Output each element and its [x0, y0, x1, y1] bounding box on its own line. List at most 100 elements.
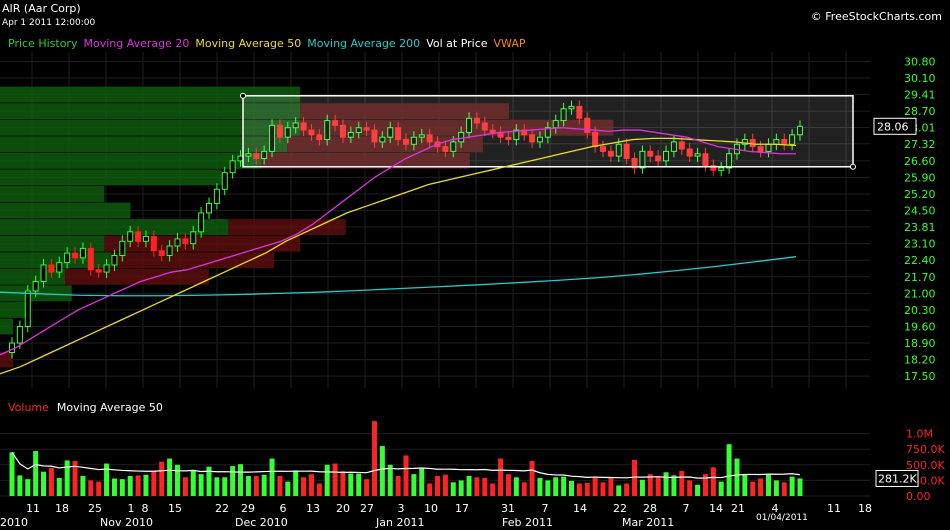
volume-bar-20 [167, 458, 173, 496]
candle-body-17 [142, 236, 149, 242]
volume-bar-59 [474, 477, 480, 496]
candle-body-3 [32, 281, 39, 292]
volume-bar-48 [387, 464, 393, 496]
x-day-17: 14 [573, 502, 587, 515]
candle-body-25 [206, 202, 212, 214]
date-readout: 01/04/2011 [756, 513, 808, 523]
x-day-1: 18 [55, 502, 69, 515]
volume-bar-17 [143, 474, 149, 496]
x-day-12: 3 [398, 502, 405, 515]
x-day-0: 11 [26, 502, 40, 515]
volume-bar-13 [111, 478, 117, 496]
volume-bar-68 [545, 480, 551, 496]
volume-bar-54 [435, 476, 441, 496]
x-day-10: 20 [336, 502, 350, 515]
volume-bar-61 [490, 483, 496, 496]
volume-bar-49 [395, 476, 401, 496]
range-box [242, 95, 854, 168]
volume-tick-0: 1.0M [906, 428, 933, 441]
volume-bar-99 [789, 476, 795, 496]
volume-bar-16 [135, 475, 141, 496]
volume-tick-1: 750.0K [906, 443, 945, 456]
price-tick-3: 28.70 [904, 105, 936, 118]
x-month-4: Feb 2011 [502, 516, 553, 529]
volume-bar-29 [238, 464, 244, 496]
candle-body-26 [213, 188, 220, 204]
volume-bar-42 [340, 471, 346, 496]
volume-bar-32 [261, 474, 267, 496]
volume-tick-4: 0.00 [906, 490, 931, 503]
volume-bar-65 [521, 482, 527, 496]
x-day-7: 29 [241, 502, 255, 515]
volume-bar-37 [301, 477, 307, 496]
x-day-19: 28 [643, 502, 657, 515]
volume-bar-51 [411, 474, 417, 496]
range-box-handle-br [850, 163, 856, 170]
price-tick-17: 18.90 [904, 337, 936, 350]
volume-bar-39 [316, 483, 322, 496]
volume-bar-83 [663, 472, 669, 496]
candle-body-2 [24, 290, 31, 327]
volume-bar-15 [127, 476, 133, 496]
volume-bar-19 [159, 461, 165, 496]
x-day-11: 27 [360, 502, 374, 515]
volume-bar-50 [403, 455, 409, 496]
volume-bar-64 [513, 477, 519, 496]
volume-bar-57 [458, 480, 464, 496]
price-tick-0: 30.80 [904, 55, 936, 68]
candle-body-22 [182, 238, 189, 245]
price-tick-15: 20.30 [904, 304, 936, 317]
volume-bar-52 [419, 467, 425, 496]
volume-bar-76 [608, 477, 614, 496]
candle-body-10 [87, 247, 94, 271]
price-tick-5: 27.32 [904, 138, 936, 151]
vap-up-13 [0, 301, 27, 318]
volume-bar-86 [687, 480, 693, 496]
candle-body-90 [718, 167, 725, 171]
volume-bar-92 [734, 458, 740, 496]
x-day-5: 15 [168, 502, 182, 515]
vap-up-6 [0, 186, 105, 202]
x-day-21: 14 [709, 502, 723, 515]
vap-up-14 [0, 318, 14, 335]
volume-bar-27 [222, 477, 228, 496]
volume-bar-6 [56, 477, 62, 496]
volume-bar-63 [505, 474, 511, 496]
date-axis: 11 18 25 1 8 15 22 29 6 13 20 27 3 10 17 31 7 14 22 28 7 14 21… [0, 502, 872, 529]
price-tick-18: 18.20 [904, 354, 936, 367]
price-tick-16: 19.60 [904, 320, 936, 333]
volume-bar-2 [25, 479, 31, 496]
volume-bar-69 [553, 477, 559, 496]
candle-body-19 [158, 250, 165, 256]
volume-bar-28 [230, 466, 236, 496]
volume-bar-70 [561, 476, 567, 496]
candle-body-7 [64, 252, 71, 264]
candle-body-15 [127, 231, 134, 242]
volume-bar-72 [576, 483, 582, 496]
volume-bar-67 [537, 477, 543, 496]
price-chart[interactable]: 30.8030.1029.4128.7028.0127.3226.6025.90… [0, 0, 950, 530]
x-day-13: 10 [424, 502, 438, 515]
volume-bar-12 [104, 463, 110, 496]
price-tick-11: 23.10 [904, 238, 936, 251]
volume-bar-21 [174, 464, 180, 496]
volume-bar-98 [781, 482, 787, 496]
candle-body-13 [111, 254, 118, 266]
price-tick-13: 21.70 [904, 271, 936, 284]
volume-bar-79 [632, 459, 638, 496]
candle-body-16 [135, 231, 142, 242]
candle-body-28 [229, 160, 236, 174]
x-day-24: 11 [827, 502, 841, 515]
volume-bar-60 [482, 477, 488, 496]
volume-bar-10 [88, 480, 94, 496]
volume-bar-30 [245, 476, 251, 496]
volume-bar-38 [308, 474, 314, 496]
x-month-3: Jan 2011 [375, 516, 424, 529]
volume-bar-58 [466, 476, 472, 496]
price-tick-19: 17.50 [904, 370, 936, 383]
volume-bar-55 [442, 474, 448, 496]
candle-body-18 [150, 236, 157, 252]
vap-up-11 [0, 268, 66, 285]
price-tick-1: 30.10 [904, 72, 936, 85]
volume-bar-7 [64, 460, 70, 496]
